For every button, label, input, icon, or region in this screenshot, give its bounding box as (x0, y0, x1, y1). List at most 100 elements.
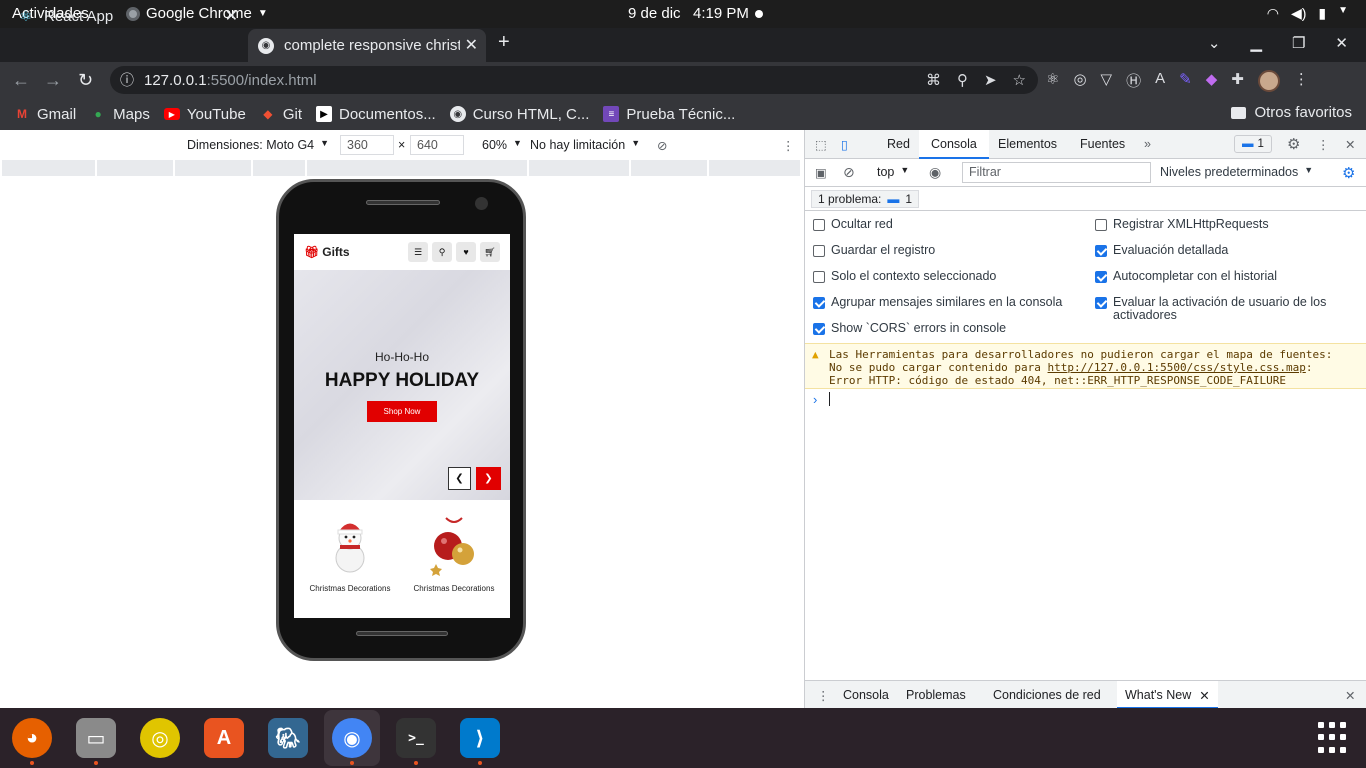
rhythmbox-icon[interactable]: ◎ (140, 718, 180, 758)
next-slide-button[interactable]: ❯ (476, 467, 501, 490)
more-options-icon[interactable]: ⋮ (782, 138, 795, 153)
bookmark-youtube[interactable]: ▶ YouTube (163, 106, 246, 123)
checkbox[interactable] (1095, 219, 1107, 231)
drawer-tab-problemas[interactable]: Problemas (906, 688, 966, 702)
settings-gear-icon[interactable]: ⚙ (1287, 135, 1300, 153)
search-icon[interactable]: ⚲ (432, 242, 452, 262)
tab-search-icon[interactable]: ⌄ (1208, 34, 1221, 52)
maximize-icon[interactable]: ❐ (1292, 34, 1305, 52)
console-option[interactable]: Evaluar la activación de usuario de los … (1095, 296, 1355, 322)
software-store-icon[interactable]: A (204, 718, 244, 758)
vue-devtools-icon[interactable]: ▽ (1101, 70, 1113, 92)
checkbox[interactable] (813, 297, 825, 309)
system-tray[interactable]: ◠ ◀) ▮ ▼ (1267, 5, 1348, 22)
close-drawer-icon[interactable]: ✕ (1345, 688, 1355, 703)
console-settings-gear-icon[interactable]: ⚙ (1342, 164, 1355, 182)
forward-icon[interactable]: → (44, 70, 62, 91)
react-devtools-icon[interactable]: ⚛ (1046, 70, 1059, 92)
checkbox[interactable] (1095, 297, 1107, 309)
checkbox[interactable] (813, 245, 825, 257)
bookmark-star-icon[interactable]: ☆ (1013, 71, 1026, 89)
clear-console-icon[interactable]: ⊘ (843, 164, 855, 181)
zoom-select[interactable]: 60% ▼ (482, 138, 522, 152)
tab-elementos[interactable]: Elementos (998, 137, 1057, 151)
log-levels-select[interactable]: Niveles predeterminados ▼ (1160, 165, 1313, 179)
ruler-segment[interactable] (709, 160, 802, 176)
bookmark-prueba-tecnica[interactable]: ≡ Prueba Técnic... (603, 106, 735, 123)
ruler-segment[interactable] (175, 160, 253, 176)
tab-consola[interactable]: Consola (919, 130, 989, 159)
postgres-icon[interactable]: 🐘︎ (268, 718, 308, 758)
clock[interactable]: 9 de dic 4:19 PM (628, 5, 749, 22)
product-card[interactable]: Christmas Decorations (404, 514, 504, 593)
checkbox[interactable] (1095, 271, 1107, 283)
other-bookmarks-folder[interactable]: Otros favoritos (1231, 104, 1352, 121)
sidebar-toggle-icon[interactable]: ▣ (815, 165, 827, 180)
ruler-segment[interactable] (97, 160, 175, 176)
send-icon[interactable]: ➤ (984, 71, 997, 89)
reload-icon[interactable]: ↻ (78, 70, 93, 91)
extension-target-icon[interactable]: ◎ (1073, 70, 1086, 92)
translate-icon[interactable]: ⌘ (926, 71, 941, 89)
bookmark-maps[interactable]: ● Maps (90, 106, 150, 123)
bookmark-documentos[interactable]: ▶ Documentos... (315, 106, 436, 123)
cart-icon[interactable]: 🛒︎ (480, 242, 500, 262)
devtools-menu-icon[interactable]: ⋮ (1317, 137, 1330, 152)
checkbox[interactable] (813, 323, 825, 335)
bookmark-curso-html[interactable]: ◉ Curso HTML, C... (449, 106, 589, 123)
console-input[interactable] (829, 392, 830, 406)
tab-fuentes[interactable]: Fuentes (1080, 137, 1125, 151)
drawer-tab-consola[interactable]: Consola (843, 688, 889, 702)
issues-badge[interactable]: ▬ 1 (1234, 135, 1272, 153)
device-select[interactable]: Dimensiones: Moto G4 ▼ (187, 138, 329, 152)
new-tab-button[interactable]: + (498, 31, 510, 54)
console-option[interactable]: Show `CORS` errors in console (813, 322, 1093, 335)
ruler-segment[interactable] (631, 160, 709, 176)
close-window-icon[interactable]: ✕ (1335, 34, 1348, 52)
checkbox[interactable] (813, 271, 825, 283)
device-toolbar-toggle-icon[interactable]: ▯ (841, 137, 848, 152)
context-select[interactable]: top ▼ (877, 165, 909, 179)
extension-h-icon[interactable]: Ⓗ (1126, 70, 1141, 92)
bookmark-gmail[interactable]: M Gmail (14, 106, 76, 123)
inspect-element-icon[interactable]: ⬚ (815, 137, 827, 152)
ruler-segment[interactable] (307, 160, 529, 176)
color-picker-icon[interactable]: ✎ (1179, 70, 1192, 92)
shop-now-button[interactable]: Shop Now (367, 401, 437, 422)
console-option[interactable]: Registrar XMLHttpRequests (1095, 218, 1355, 231)
vscode-icon[interactable]: ⟩ (460, 718, 500, 758)
files-icon[interactable]: ▭ (76, 718, 116, 758)
zoom-icon[interactable]: ⚲ (957, 71, 968, 89)
extension-a-icon[interactable]: A (1155, 70, 1165, 92)
checkbox[interactable] (1095, 245, 1107, 257)
media-query-ruler[interactable] (2, 160, 802, 176)
minimize-icon[interactable]: ▁ (1250, 34, 1262, 52)
prev-slide-button[interactable]: ❮ (448, 467, 471, 490)
filter-input[interactable]: Filtrar (962, 162, 1151, 183)
console-option[interactable]: Autocompletar con el historial (1095, 270, 1355, 283)
drawer-tab-condiciones-red[interactable]: Condiciones de red (993, 688, 1101, 702)
extensions-puzzle-icon[interactable]: ✚ (1231, 70, 1244, 92)
console-option[interactable]: Ocultar red (813, 218, 1093, 231)
terminal-icon[interactable]: >_ (396, 718, 436, 758)
menu-icon[interactable]: ☰ (408, 242, 428, 262)
drawer-tab-whats-new[interactable]: What's New ✕ (1117, 681, 1218, 709)
chrome-menu-icon[interactable]: ⋮ (1294, 70, 1309, 92)
console-option[interactable]: Evaluación detallada (1095, 244, 1355, 257)
checkbox[interactable] (813, 219, 825, 231)
rotate-icon[interactable]: ⊘ (657, 138, 667, 153)
chrome-icon[interactable]: ◉ (332, 718, 372, 758)
info-icon[interactable]: ⓘ (120, 70, 134, 90)
ruler-segment[interactable] (2, 160, 97, 176)
close-tab-icon[interactable]: ✕ (1199, 688, 1209, 707)
source-map-link[interactable]: http://127.0.0.1:5500/css/style.css.map (1048, 361, 1306, 374)
show-applications-icon[interactable] (1318, 722, 1350, 754)
tab-react-app[interactable]: ⚛ React App ✕ (8, 0, 246, 32)
bookmark-git[interactable]: ◆ Git (260, 106, 302, 123)
close-devtools-icon[interactable]: ✕ (1345, 137, 1355, 152)
throttle-select[interactable]: No hay limitación ▼ (530, 138, 640, 152)
console-option[interactable]: Agrupar mensajes similares en la consola (813, 296, 1093, 309)
width-input[interactable]: 360 (340, 135, 394, 155)
problems-chip[interactable]: 1 problema: ▬ 1 (811, 190, 920, 208)
heart-icon[interactable]: ♥ (456, 242, 476, 262)
